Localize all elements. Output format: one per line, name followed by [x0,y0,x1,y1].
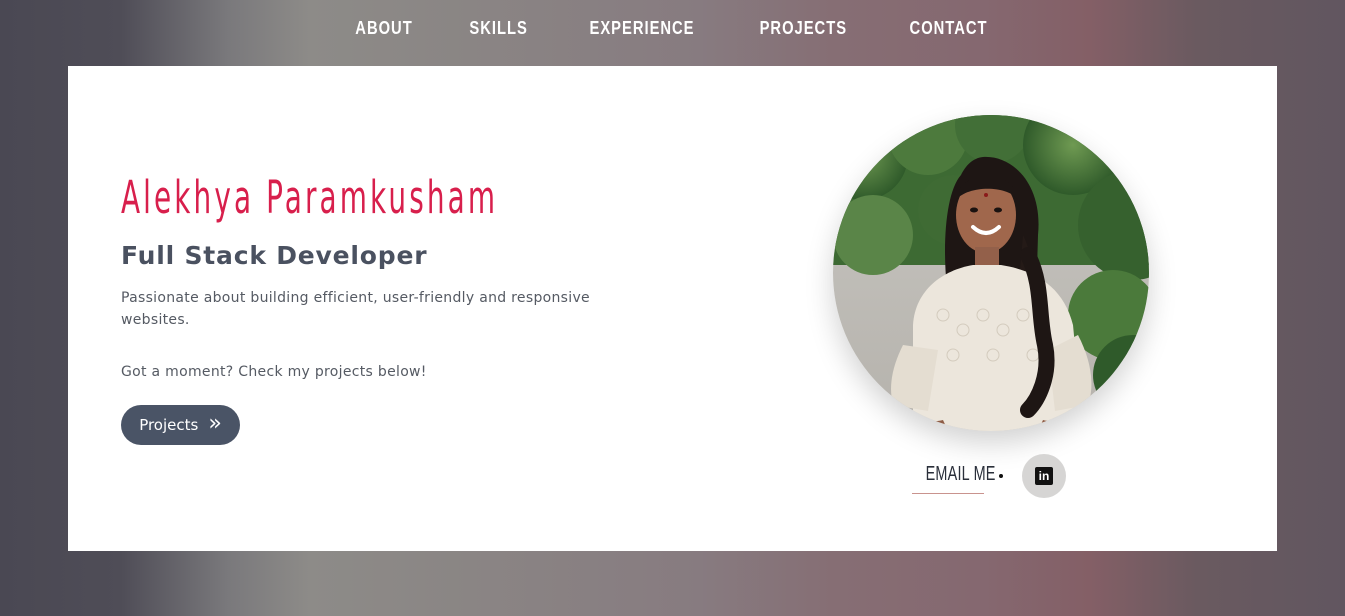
top-navigation: ABOUT SKILLS EXPERIENCE PROJECTS CONTACT [0,0,1345,56]
projects-button-label: Projects [139,416,199,434]
linkedin-icon: in [1035,467,1053,485]
hero-role: Full Stack Developer [121,241,428,270]
email-me-link[interactable]: EMAIL ME [912,458,995,494]
nav-link-about[interactable]: ABOUT [355,18,412,39]
linkedin-button[interactable]: in [1022,454,1066,498]
nav-link-projects[interactable]: PROJECTS [760,18,847,39]
nav-link-experience[interactable]: EXPERIENCE [590,18,695,39]
nav-link-contact[interactable]: CONTACT [909,18,987,39]
email-me-label: EMAIL ME [925,463,996,485]
projects-button[interactable]: Projects » [121,405,240,445]
separator-dot [999,474,1003,478]
hero-card: Alekhya Paramkusham Full Stack Developer… [68,66,1277,551]
profile-photo [833,115,1149,431]
double-chevron-right-icon: » [208,410,222,436]
hero-cta-text: Got a moment? Check my projects below! [121,364,427,380]
hero-description: Passionate about building efficient, use… [121,290,590,328]
nav-link-skills[interactable]: SKILLS [469,18,527,39]
hero-name: Alekhya Paramkusham [121,171,499,224]
